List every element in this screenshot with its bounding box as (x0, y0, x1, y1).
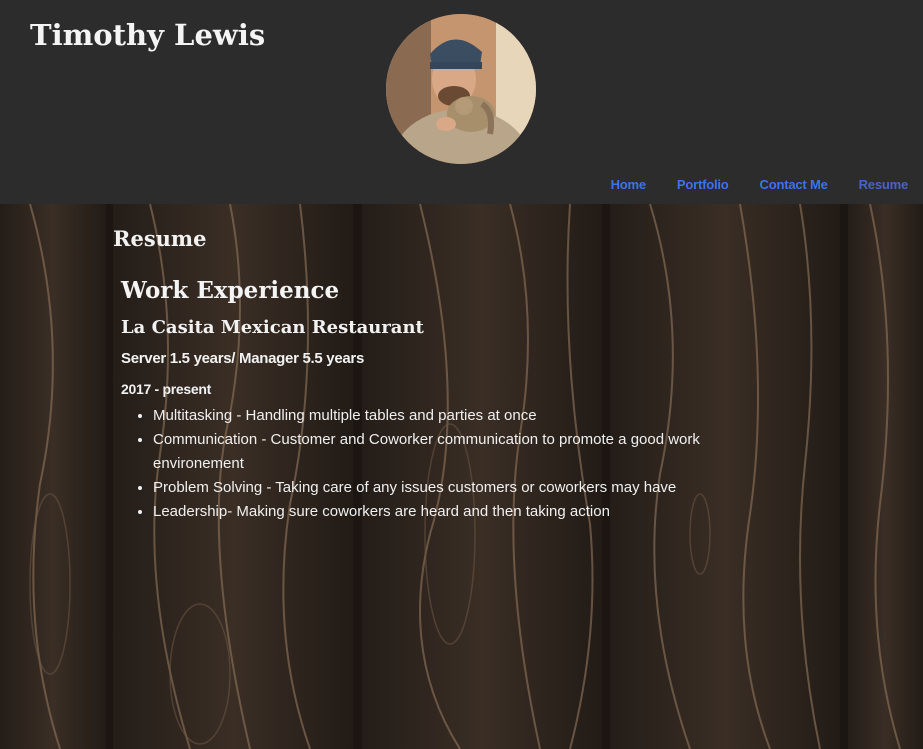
site-header: Timothy Lewis Home Portfolio Contact Me … (0, 0, 923, 204)
work-experience-section: Work Experience La Casita Mexican Restau… (121, 276, 821, 524)
list-item: Communication - Customer and Coworker co… (153, 428, 773, 476)
site-title: Timothy Lewis (30, 18, 266, 52)
list-item: Problem Solving - Taking care of any iss… (153, 476, 773, 500)
employer-name: La Casita Mexican Restaurant (121, 317, 424, 338)
nav-home-link[interactable]: Home (611, 177, 647, 192)
page-heading: Resume (113, 226, 207, 251)
resume-content: Resume Work Experience La Casita Mexican… (0, 204, 923, 749)
section-title: Work Experience (121, 277, 340, 304)
resume-text: Resume Work Experience La Casita Mexican… (0, 204, 923, 749)
profile-avatar (386, 14, 536, 164)
job-dates: 2017 - present (121, 381, 211, 397)
duties-list: Multitasking - Handling multiple tables … (121, 404, 773, 524)
job-role: Server 1.5 years/ Manager 5.5 years (121, 350, 365, 367)
list-item: Leadership- Making sure coworkers are he… (153, 500, 773, 524)
main-nav: Home Portfolio Contact Me Resume (580, 177, 909, 192)
nav-portfolio-link[interactable]: Portfolio (677, 177, 729, 192)
nav-resume-link[interactable]: Resume (859, 177, 909, 192)
nav-contact-link[interactable]: Contact Me (760, 177, 828, 192)
profile-photo-icon (386, 14, 536, 164)
list-item: Multitasking - Handling multiple tables … (153, 404, 773, 428)
